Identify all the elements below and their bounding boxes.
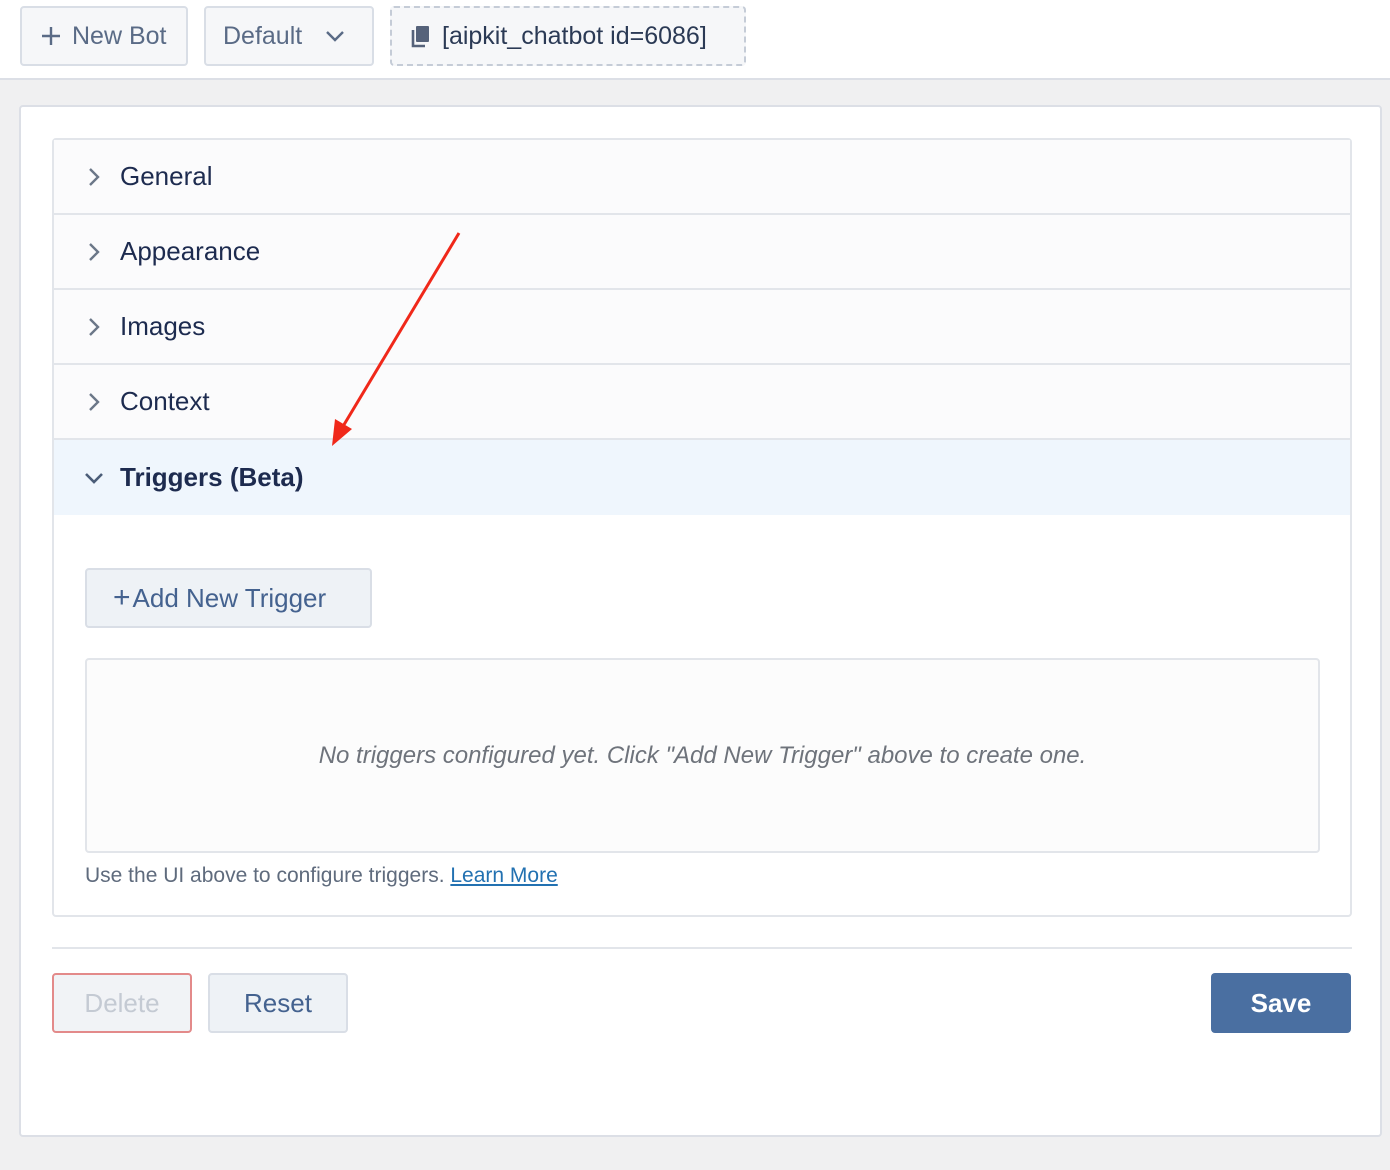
save-button[interactable]: Save: [1211, 973, 1351, 1033]
copy-icon: [411, 26, 429, 48]
plus-icon: [42, 27, 60, 45]
learn-more-link[interactable]: Learn More: [450, 864, 557, 887]
accordion-images[interactable]: Images: [54, 290, 1350, 365]
footer-divider: [52, 947, 1352, 949]
chevron-right-icon: [89, 392, 100, 411]
triggers-empty-state: No triggers configured yet. Click "Add N…: [85, 658, 1320, 853]
new-bot-button[interactable]: New Bot: [20, 6, 188, 66]
shortcode-text: [aipkit_chatbot id=6086]: [442, 21, 707, 50]
add-new-trigger-button[interactable]: + Add New Trigger: [85, 568, 372, 628]
accordion-context[interactable]: Context: [54, 365, 1350, 440]
bot-select-value: Default: [223, 21, 303, 50]
empty-state-message: No triggers configured yet. Click "Add N…: [318, 741, 1087, 769]
plus-icon: +: [113, 581, 131, 614]
accordion-triggers[interactable]: Triggers (Beta): [54, 440, 1350, 515]
chevron-right-icon: [89, 167, 100, 186]
accordion-title: Images: [120, 311, 206, 341]
accordion-appearance[interactable]: Appearance: [54, 215, 1350, 290]
bot-settings-panel: General Appearance Images Context Trigge…: [19, 105, 1382, 1137]
triggers-help-text: Use the UI above to configure triggers. …: [85, 864, 558, 888]
delete-button[interactable]: Delete: [52, 973, 192, 1033]
settings-accordion: General Appearance Images Context Trigge…: [52, 138, 1352, 917]
accordion-title: General: [120, 161, 213, 191]
chevron-right-icon: [89, 317, 100, 336]
bot-select[interactable]: Default: [204, 6, 374, 66]
top-toolbar: New Bot Default [aipkit_chatbot id=6086]: [0, 0, 1390, 80]
chevron-down-icon: [326, 31, 345, 42]
chevron-down-icon: [85, 472, 103, 484]
reset-button[interactable]: Reset: [208, 973, 348, 1033]
new-bot-label: New Bot: [72, 21, 167, 50]
shortcode-copy-button[interactable]: [aipkit_chatbot id=6086]: [390, 6, 746, 66]
accordion-title: Appearance: [120, 236, 261, 266]
accordion-title: Triggers (Beta): [120, 462, 304, 492]
add-trigger-label: Add New Trigger: [132, 582, 327, 613]
accordion-general[interactable]: General: [54, 140, 1350, 215]
help-text: Use the UI above to configure triggers.: [85, 864, 445, 887]
chevron-right-icon: [89, 242, 100, 261]
accordion-title: Context: [120, 386, 210, 416]
